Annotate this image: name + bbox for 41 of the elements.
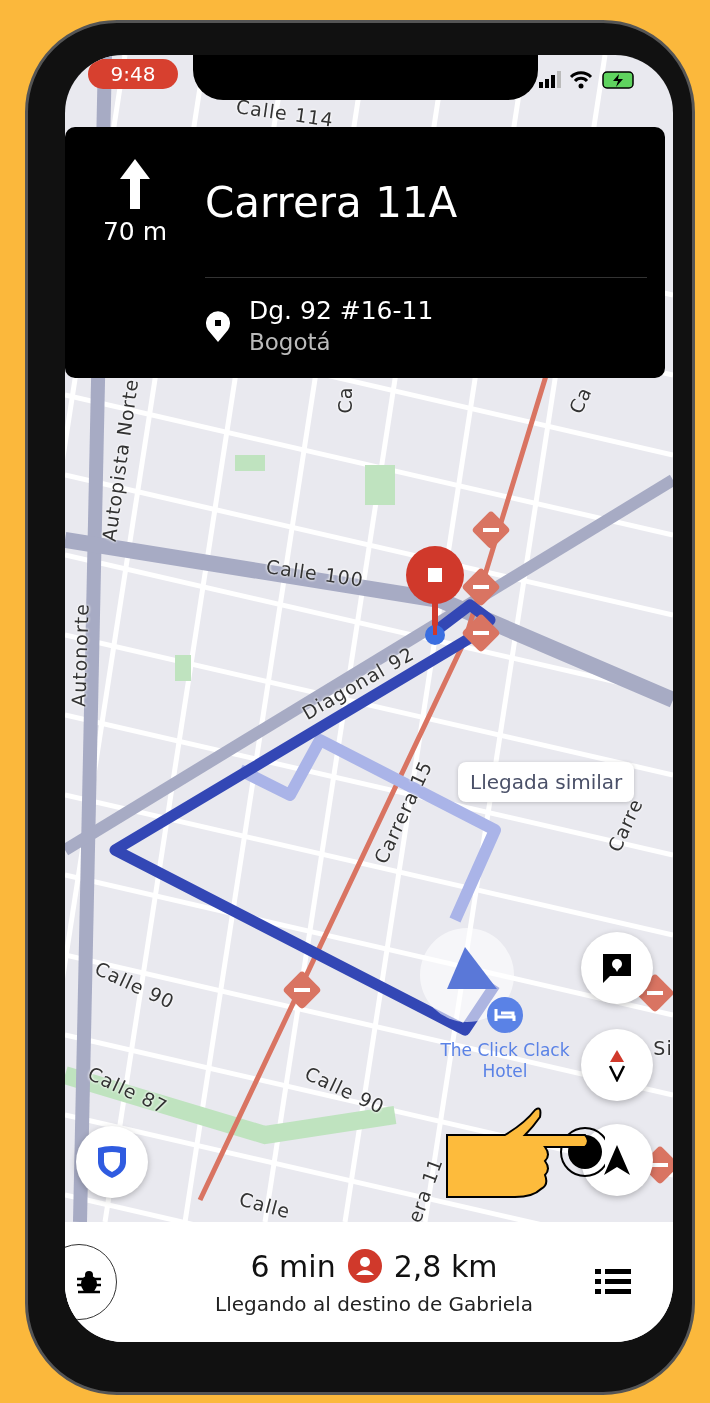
street-label: Ca (334, 386, 356, 414)
trip-distance: 2,8 km (393, 1248, 498, 1284)
compass-button[interactable] (581, 1029, 653, 1101)
shield-icon (96, 1144, 128, 1180)
closure-icon (461, 613, 501, 653)
report-button[interactable] (581, 932, 653, 1004)
compass-icon (607, 1048, 627, 1082)
street-label: Calle 90 (301, 1062, 389, 1118)
street-label: Calle 100 (264, 555, 366, 591)
list-icon (595, 1268, 631, 1296)
signal-icon (539, 71, 561, 88)
rider-icon (347, 1249, 382, 1283)
hotel-icon (487, 997, 523, 1033)
park-area (175, 655, 191, 681)
navigation-arrow-icon (602, 1143, 632, 1177)
street-label: Autonorte (67, 602, 93, 708)
maneuver-distance: 70 m (102, 217, 168, 246)
street-label: Calle (236, 1187, 294, 1223)
street-label: Si (653, 1037, 673, 1059)
street-label: Calle 90 (91, 957, 179, 1013)
street-name: Carrera 11A (205, 127, 647, 278)
street-label: Autopista Norte (97, 377, 143, 543)
trip-status: Llegando al destino de Gabriela (215, 1291, 533, 1316)
message-pin-icon (600, 951, 634, 985)
status-time: 9:48 (88, 59, 178, 89)
battery-icon (602, 71, 634, 89)
hotel-label: The Click Clack Hotel (439, 1040, 571, 1083)
park-area (235, 455, 265, 471)
park-area (365, 465, 395, 505)
safety-button[interactable] (76, 1126, 148, 1198)
wifi-icon (569, 71, 593, 89)
street-label: Calle 87 (84, 1062, 172, 1118)
trip-time: 6 min (250, 1248, 336, 1284)
street-label: era 11 (403, 1154, 447, 1226)
destination-address: Dg. 92 #16-11 (249, 296, 434, 325)
bug-icon (76, 1269, 102, 1295)
street-label: Ca (564, 383, 596, 417)
location-pin-icon (205, 309, 231, 342)
route-callout: Llegada similar (458, 762, 635, 802)
destination-city: Bogotá (249, 329, 332, 355)
straight-arrow-icon (120, 159, 150, 209)
